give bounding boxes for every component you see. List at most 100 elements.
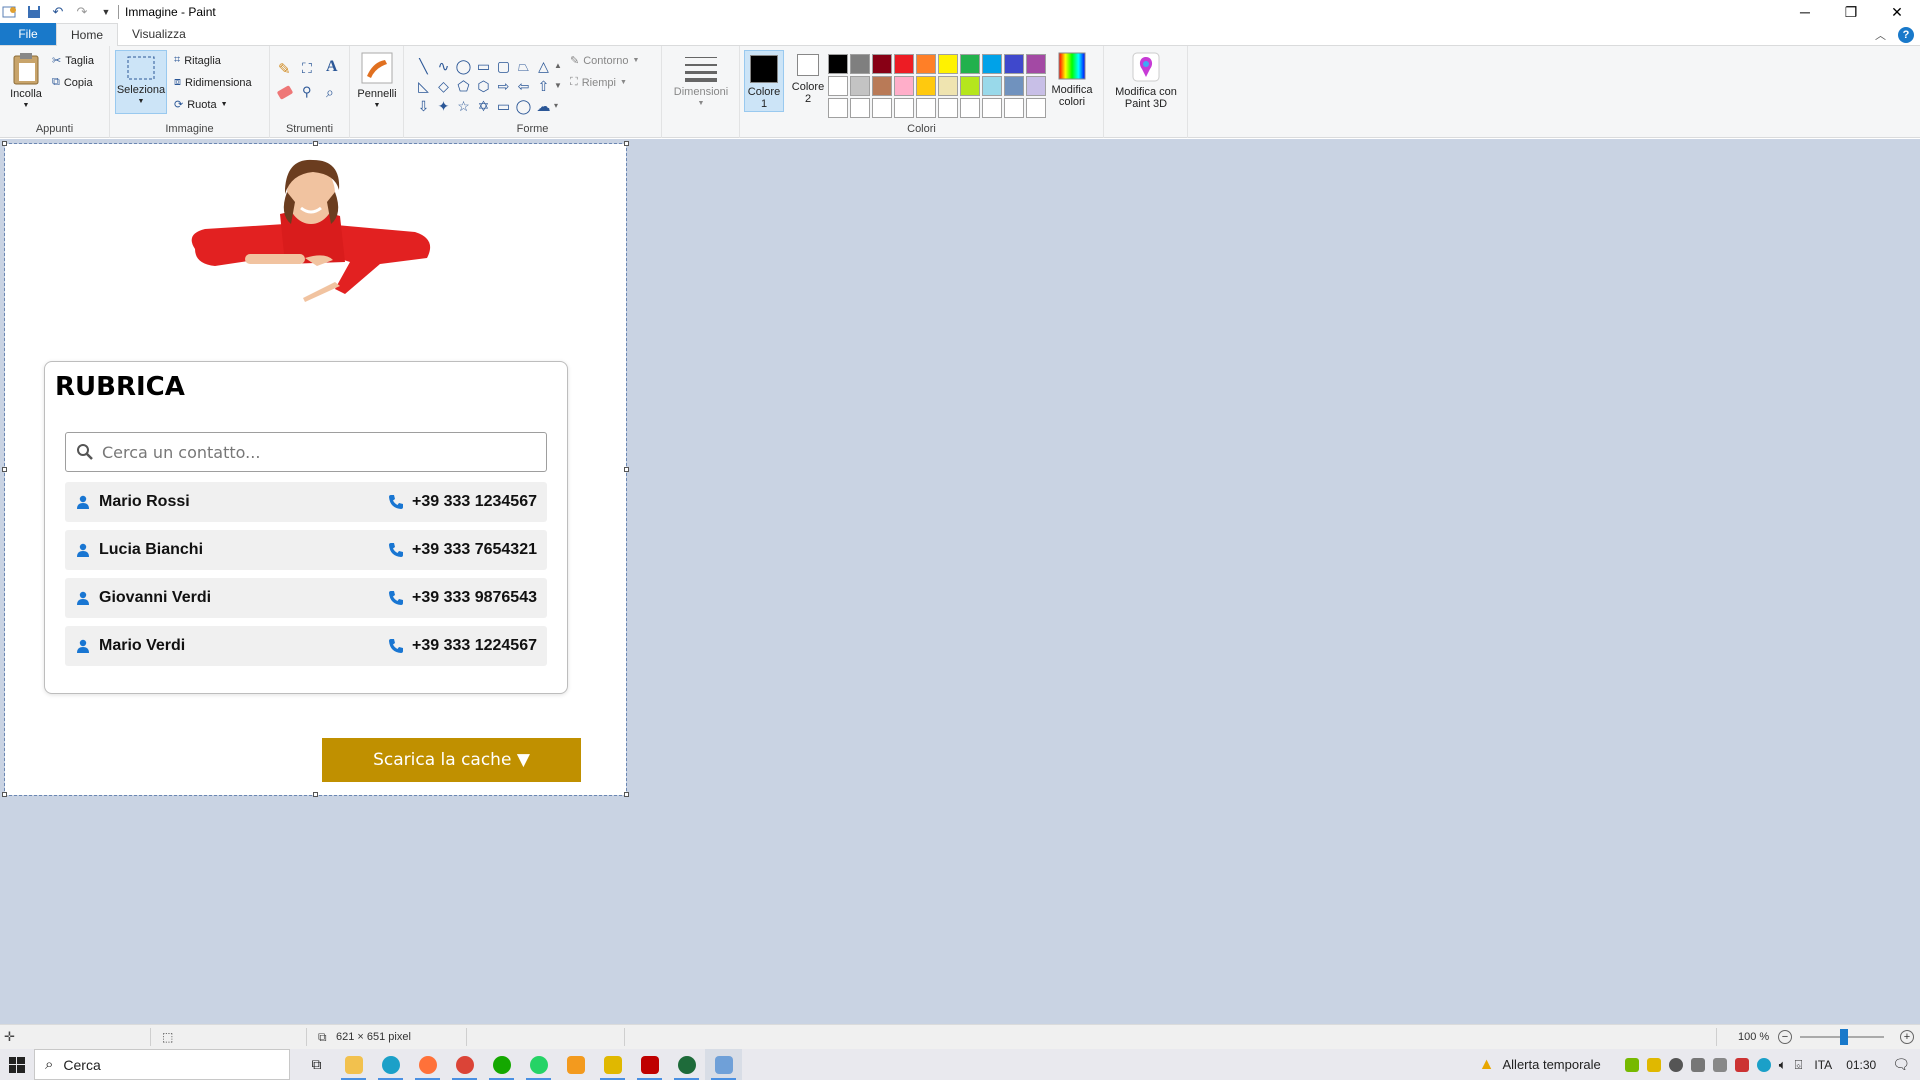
left-arrow-shape-icon[interactable]: ⇦	[514, 76, 533, 95]
zoom-out-button[interactable]: −	[1778, 1030, 1792, 1044]
palette-swatch[interactable]	[828, 76, 848, 96]
palette-swatch[interactable]	[938, 54, 958, 74]
unknown-app[interactable]	[594, 1049, 631, 1080]
file-explorer-app[interactable]	[335, 1049, 372, 1080]
palette-swatch[interactable]	[982, 76, 1002, 96]
diamond-shape-icon[interactable]: ◇	[434, 76, 453, 95]
image-canvas[interactable]: RUBRICA Cerca un contatto... Mario Rossi…	[2, 141, 629, 797]
resize-handle[interactable]	[624, 792, 629, 797]
curve-shape-icon[interactable]: ∿	[434, 56, 453, 75]
whatsapp-app[interactable]	[520, 1049, 557, 1080]
color2-button[interactable]: Colore 2	[788, 54, 828, 105]
customize-toolbar-icon[interactable]: ▼	[98, 4, 114, 20]
resize-handle[interactable]	[313, 141, 318, 146]
help-icon[interactable]: ?	[1898, 27, 1914, 43]
brushes-button[interactable]: Pennelli ▼	[356, 52, 398, 112]
edit-colors-button[interactable]: Modifica colori	[1046, 52, 1098, 108]
right-triangle-shape-icon[interactable]: ◺	[414, 76, 433, 95]
weather-alert-icon[interactable]: ▲	[1479, 1056, 1495, 1074]
palette-swatch[interactable]	[828, 54, 848, 74]
copy-button[interactable]: ⧉ Copia	[52, 76, 93, 89]
save-icon[interactable]	[26, 4, 42, 20]
palette-swatch[interactable]	[982, 54, 1002, 74]
palette-swatch[interactable]	[916, 54, 936, 74]
select-button[interactable]: Seleziona ▼	[115, 50, 167, 114]
right-arrow-shape-icon[interactable]: ⇨	[494, 76, 513, 95]
close-button[interactable]: ✕	[1874, 0, 1920, 24]
task-view-button[interactable]: ⧉	[298, 1049, 335, 1080]
edge-tray-icon[interactable]	[1756, 1057, 1771, 1072]
edge-app[interactable]	[372, 1049, 409, 1080]
rounded-rectangle-shape-icon[interactable]: ▢	[494, 56, 513, 75]
volume-icon[interactable]: 🔈︎	[1779, 1057, 1787, 1073]
media-player-app[interactable]	[557, 1049, 594, 1080]
chrome-app[interactable]	[446, 1049, 483, 1080]
firefox-app[interactable]	[409, 1049, 446, 1080]
usb-icon[interactable]	[1690, 1057, 1705, 1072]
palette-swatch-empty[interactable]	[828, 98, 848, 118]
oval-shape-icon[interactable]: ◯	[454, 56, 473, 75]
palette-swatch[interactable]	[960, 76, 980, 96]
hexagon-shape-icon[interactable]: ⬡	[474, 76, 493, 95]
tab-file[interactable]: File	[0, 23, 56, 45]
resize-handle[interactable]	[624, 141, 629, 146]
upwork-app[interactable]	[483, 1049, 520, 1080]
zoom-slider-thumb[interactable]	[1840, 1029, 1848, 1045]
paint-app[interactable]	[705, 1049, 742, 1080]
polygon-shape-icon[interactable]: ⏢	[514, 56, 533, 75]
eraser-icon[interactable]	[276, 85, 294, 100]
size-button[interactable]: Dimensioni ▼	[668, 54, 734, 110]
rect-callout-shape-icon[interactable]: ▭	[494, 96, 513, 115]
start-button[interactable]	[0, 1049, 34, 1080]
triangle-shape-icon[interactable]: △	[534, 56, 553, 75]
palette-swatch-empty[interactable]	[850, 98, 870, 118]
palette-swatch-empty[interactable]	[872, 98, 892, 118]
fill-bucket-icon[interactable]: ⛶	[302, 60, 312, 77]
redo-icon[interactable]: ↷	[74, 4, 90, 20]
palette-swatch[interactable]	[894, 76, 914, 96]
up-arrow-shape-icon[interactable]: ⇧	[534, 76, 553, 95]
phone-link-icon[interactable]	[1712, 1057, 1727, 1072]
tab-home[interactable]: Home	[56, 23, 119, 46]
shapes-scroll-icon[interactable]: ▲ ▼ ▾	[554, 56, 562, 116]
palette-swatch[interactable]	[850, 54, 870, 74]
contact-row[interactable]: Lucia Bianchi +39 333 7654321	[65, 530, 547, 570]
magnifier-icon[interactable]: ⌕	[326, 84, 334, 101]
text-icon[interactable]: A	[326, 58, 338, 76]
contact-search-input[interactable]: Cerca un contatto...	[65, 432, 547, 472]
palette-swatch-empty[interactable]	[894, 98, 914, 118]
language-indicator[interactable]: ITA	[1814, 1058, 1832, 1072]
outline-button[interactable]: ✎ Contorno ▼	[570, 54, 639, 68]
download-cache-button[interactable]: Scarica la cache ▼	[322, 738, 581, 782]
palette-swatch-empty[interactable]	[1004, 98, 1024, 118]
palette-swatch[interactable]	[872, 76, 892, 96]
pentagon-shape-icon[interactable]: ⬠	[454, 76, 473, 95]
undo-icon[interactable]: ↶	[50, 4, 66, 20]
resize-handle[interactable]	[2, 467, 7, 472]
fill-button[interactable]: ⛶ Riempi ▼	[570, 76, 627, 89]
maximize-button[interactable]: ❐	[1828, 0, 1874, 24]
resize-handle[interactable]	[2, 141, 7, 146]
color-picker-icon[interactable]: ⚲	[302, 84, 312, 100]
palette-swatch-empty[interactable]	[938, 98, 958, 118]
five-point-star-shape-icon[interactable]: ☆	[454, 96, 473, 115]
paint3d-button[interactable]: Modifica con Paint 3D	[1108, 52, 1184, 110]
network-icon[interactable]: ⌺	[1795, 1057, 1803, 1073]
resize-handle[interactable]	[313, 792, 318, 797]
collapse-ribbon-icon[interactable]: ︿	[1875, 27, 1886, 43]
palette-swatch-empty[interactable]	[982, 98, 1002, 118]
pencil-icon[interactable]: ✎	[278, 60, 291, 78]
contact-row[interactable]: Giovanni Verdi +39 333 9876543	[65, 578, 547, 618]
weather-alert-text[interactable]: Allerta temporale	[1503, 1057, 1601, 1072]
notifications-icon[interactable]: 🗨︎	[1892, 1056, 1910, 1073]
four-point-star-shape-icon[interactable]: ✦	[434, 96, 453, 115]
palette-swatch-empty[interactable]	[960, 98, 980, 118]
contact-row[interactable]: Mario Rossi +39 333 1234567	[65, 482, 547, 522]
line-shape-icon[interactable]: ╲	[414, 56, 433, 75]
taskbar-search-input[interactable]: ⌕ Cerca	[34, 1049, 290, 1080]
palette-swatch[interactable]	[850, 76, 870, 96]
contact-row[interactable]: Mario Verdi +39 333 1224567	[65, 626, 547, 666]
zoom-in-button[interactable]: +	[1900, 1030, 1914, 1044]
cut-button[interactable]: ✂ Taglia	[52, 54, 94, 68]
cloud-callout-shape-icon[interactable]: ☁	[534, 96, 553, 115]
